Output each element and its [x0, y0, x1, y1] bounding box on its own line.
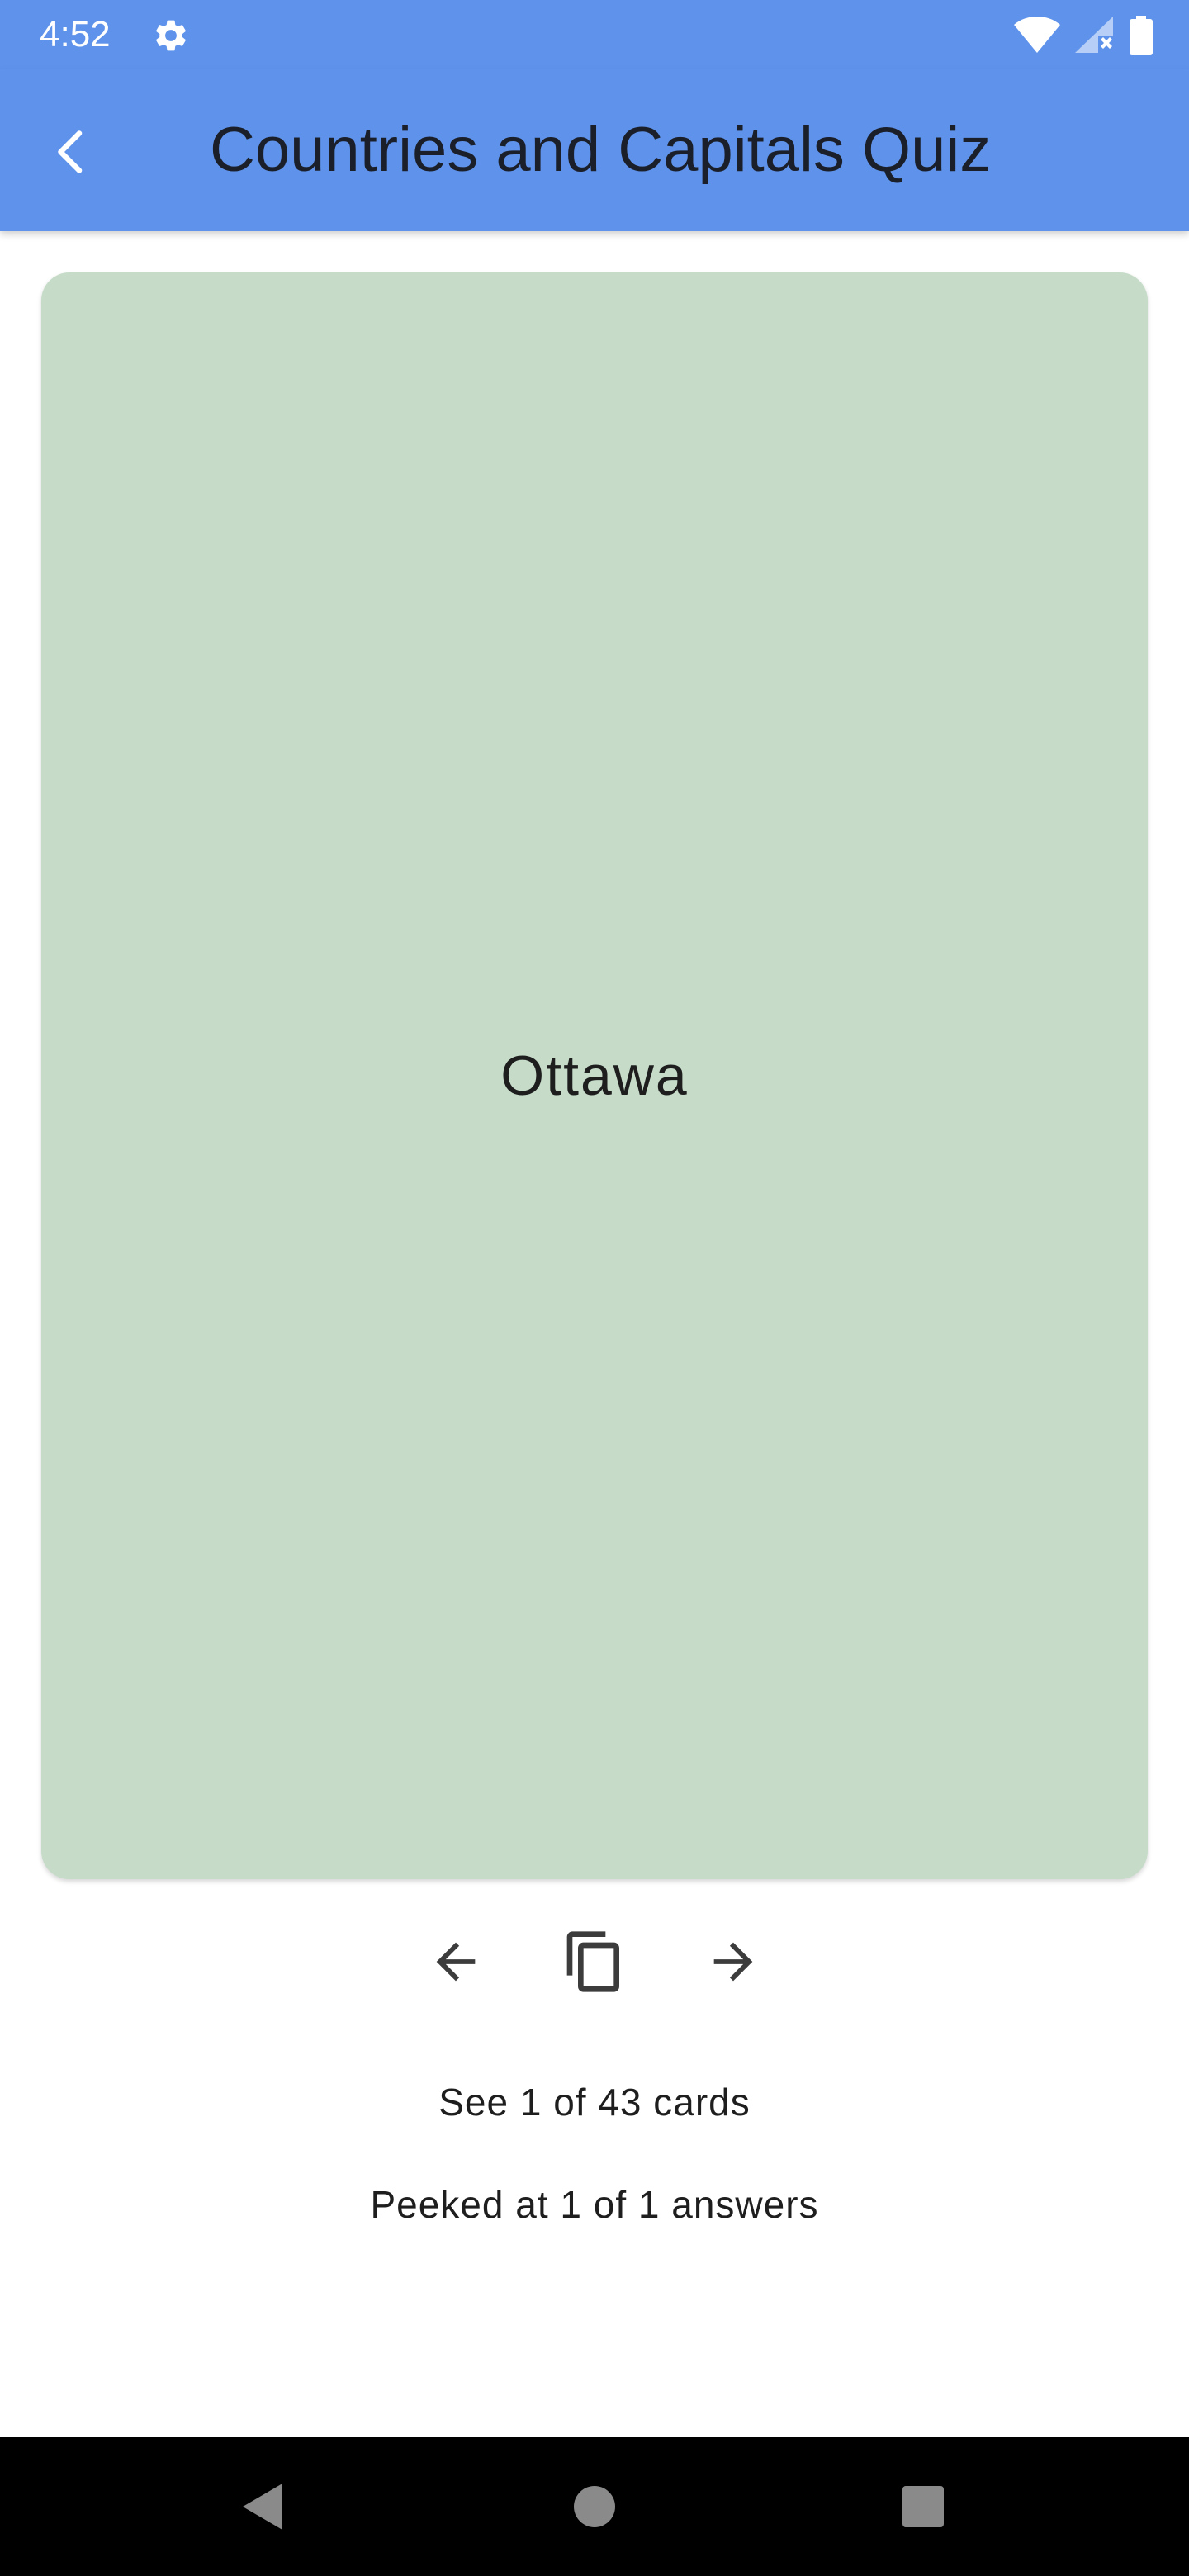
battery-icon	[1130, 16, 1153, 55]
chevron-left-icon	[58, 130, 83, 173]
nav-back-button[interactable]	[221, 2465, 304, 2548]
wifi-icon	[1014, 17, 1060, 53]
flip-card-button[interactable]	[553, 1920, 636, 2003]
page-title: Countries and Capitals Quiz	[210, 115, 992, 185]
peek-progress-text: Peeked at 1 of 1 answers	[370, 2183, 819, 2226]
system-navigation-bar	[0, 2437, 1189, 2576]
card-progress-text: See 1 of 43 cards	[438, 2081, 751, 2124]
app-bar: Countries and Capitals Quiz	[0, 69, 1189, 231]
nav-recents-button[interactable]	[882, 2465, 964, 2548]
card-controls	[0, 1920, 1189, 2003]
signal-icon	[1075, 17, 1113, 53]
copy-icon	[566, 1931, 619, 1992]
back-triangle-icon	[243, 2484, 282, 2530]
arrow-right-icon	[713, 1942, 753, 1982]
arrow-left-icon	[436, 1942, 476, 1982]
previous-card-button[interactable]	[414, 1920, 497, 2003]
status-bar: 4:52	[0, 0, 1189, 69]
nav-home-button[interactable]	[553, 2465, 636, 2548]
flashcard-text: Ottawa	[500, 1044, 689, 1107]
status-icons	[1014, 15, 1153, 56]
recents-square-icon	[902, 2486, 944, 2527]
back-button[interactable]	[30, 111, 112, 193]
flashcard[interactable]: Ottawa	[41, 272, 1148, 1879]
status-time: 4:52	[40, 14, 111, 54]
next-card-button[interactable]	[692, 1920, 775, 2003]
settings-icon	[156, 20, 186, 51]
home-circle-icon	[574, 2486, 615, 2527]
